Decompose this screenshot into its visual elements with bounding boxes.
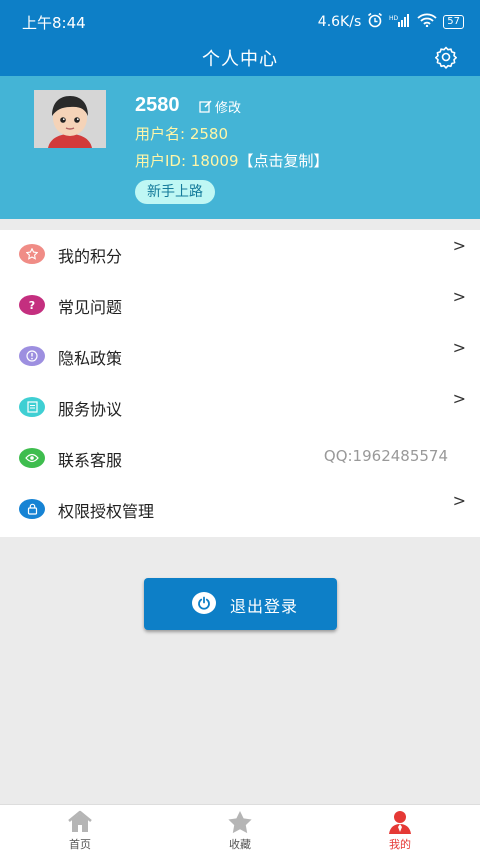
home-icon [66, 810, 94, 834]
star-icon [226, 810, 254, 834]
menu-item-contact-service[interactable]: 联系客服 QQ:1962485574 [0, 434, 480, 485]
menu-item-label: 常见问题 [58, 298, 123, 317]
userid-text: 用户ID: 18009 [135, 152, 239, 170]
app-header: 个人中心 [0, 40, 480, 76]
tab-label: 首页 [69, 838, 91, 851]
signal-icon: HD [389, 13, 411, 31]
eye-icon [19, 448, 45, 468]
status-icons: 4.6K/s HD 57 [318, 12, 464, 32]
profile-card: 2580 修改 用户名: 2580 用户ID: 18009【点击复制】 新手上路 [0, 76, 480, 219]
menu-item-permissions[interactable]: 权限授权管理 > [0, 485, 480, 536]
menu-item-label: 我的积分 [58, 247, 123, 266]
username-line: 用户名: 2580 [135, 125, 228, 143]
menu-item-label: 服务协议 [58, 400, 123, 419]
avatar[interactable] [34, 90, 106, 148]
chevron-right-icon: > [452, 236, 466, 255]
status-bar: 上午8:44 4.6K/s HD 57 [0, 0, 480, 40]
profile-name: 2580 [135, 94, 180, 116]
chevron-right-icon: > [452, 491, 466, 510]
signal-hd-label: HD [389, 15, 399, 22]
logout-button[interactable]: 退出登录 [144, 578, 337, 630]
logout-label: 退出登录 [230, 597, 299, 616]
chevron-right-icon: > [452, 389, 466, 408]
menu-item-label: 隐私政策 [58, 349, 123, 368]
network-speed: 4.6K/s [317, 14, 362, 30]
menu-item-faq[interactable]: ? 常见问题 > [0, 281, 480, 332]
menu-item-label: 联系客服 [58, 451, 123, 470]
star-icon [19, 244, 45, 264]
menu-item-label: 权限授权管理 [58, 502, 155, 521]
tab-label: 我的 [389, 838, 411, 851]
wifi-icon [417, 13, 437, 31]
menu-item-service-agreement[interactable]: 服务协议 > [0, 383, 480, 434]
person-icon [386, 810, 414, 834]
gear-icon[interactable] [434, 45, 458, 69]
contact-qq-value: QQ:1962485574 [323, 447, 448, 465]
status-time: 上午8:44 [22, 14, 86, 32]
tab-favorites[interactable]: 收藏 [160, 805, 320, 853]
bottom-tab-bar: 首页 收藏 我的 [0, 804, 480, 853]
question-icon: ? [19, 295, 45, 315]
lock-icon [19, 499, 45, 519]
chevron-right-icon: > [452, 338, 466, 357]
tab-mine[interactable]: 我的 [320, 805, 480, 853]
guide-button[interactable]: 新手上路 [135, 180, 215, 204]
edit-profile-button[interactable]: 修改 [199, 97, 241, 116]
battery-icon: 57 [443, 15, 464, 29]
copy-id-button[interactable]: 【点击复制】 [239, 152, 329, 170]
page-title: 个人中心 [202, 49, 278, 70]
menu-item-points[interactable]: 我的积分 > [0, 230, 480, 281]
userid-line: 用户ID: 18009【点击复制】 [135, 150, 329, 171]
alarm-icon [367, 12, 383, 32]
chevron-right-icon: > [452, 287, 466, 306]
power-icon [192, 592, 216, 614]
tab-label: 收藏 [229, 838, 251, 851]
edit-label: 修改 [215, 101, 242, 116]
info-icon [19, 346, 45, 366]
settings-menu: 我的积分 > ? 常见问题 > 隐私政策 > 服务协议 > 联系客服 QQ:19… [0, 230, 480, 537]
edit-icon [199, 100, 212, 113]
menu-item-privacy[interactable]: 隐私政策 > [0, 332, 480, 383]
tab-home[interactable]: 首页 [0, 805, 160, 853]
document-icon [19, 397, 45, 417]
